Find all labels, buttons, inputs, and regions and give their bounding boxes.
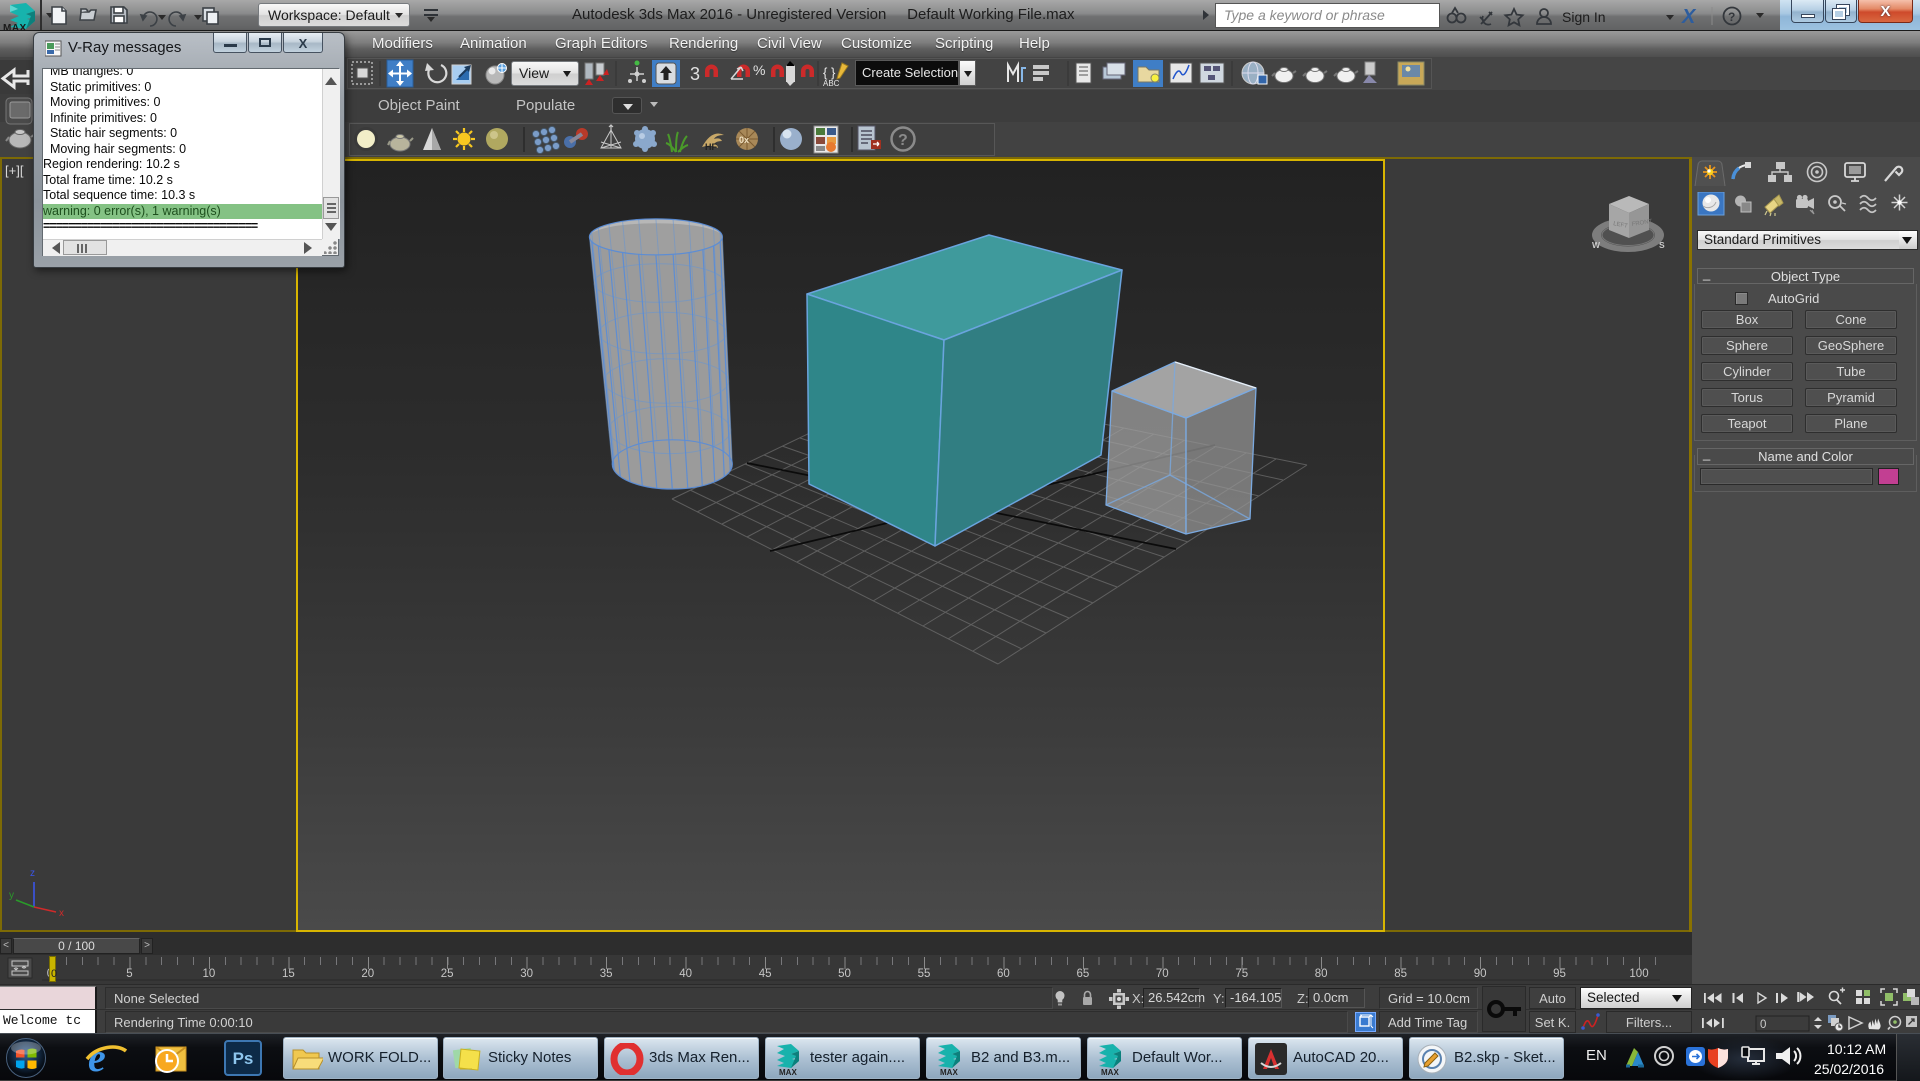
svg-text:3: 3 (690, 64, 700, 84)
svg-text:X: X (1681, 6, 1697, 27)
svg-text:MAX: MAX (1101, 1068, 1119, 1076)
svg-text:y: y (9, 890, 14, 901)
svg-text:S: S (1659, 240, 1665, 250)
svg-text:{ }: { } (823, 65, 836, 80)
svg-text:e: e (88, 1038, 106, 1078)
svg-text:?: ? (1728, 10, 1735, 24)
svg-text:x: x (59, 908, 64, 919)
svg-text:MAX: MAX (779, 1068, 797, 1076)
svg-text:0: 0 (1760, 1019, 1766, 1031)
svg-text:W: W (1592, 240, 1601, 250)
svg-text:%: % (753, 62, 765, 78)
svg-text:Sign In: Sign In (1562, 9, 1606, 25)
svg-text:?: ? (898, 132, 908, 149)
svg-text:ABC: ABC (823, 79, 840, 88)
svg-text:HF: HF (705, 142, 717, 152)
svg-text:0x: 0x (739, 135, 749, 145)
svg-text:z: z (30, 868, 35, 879)
svg-text:MAX: MAX (940, 1068, 958, 1076)
